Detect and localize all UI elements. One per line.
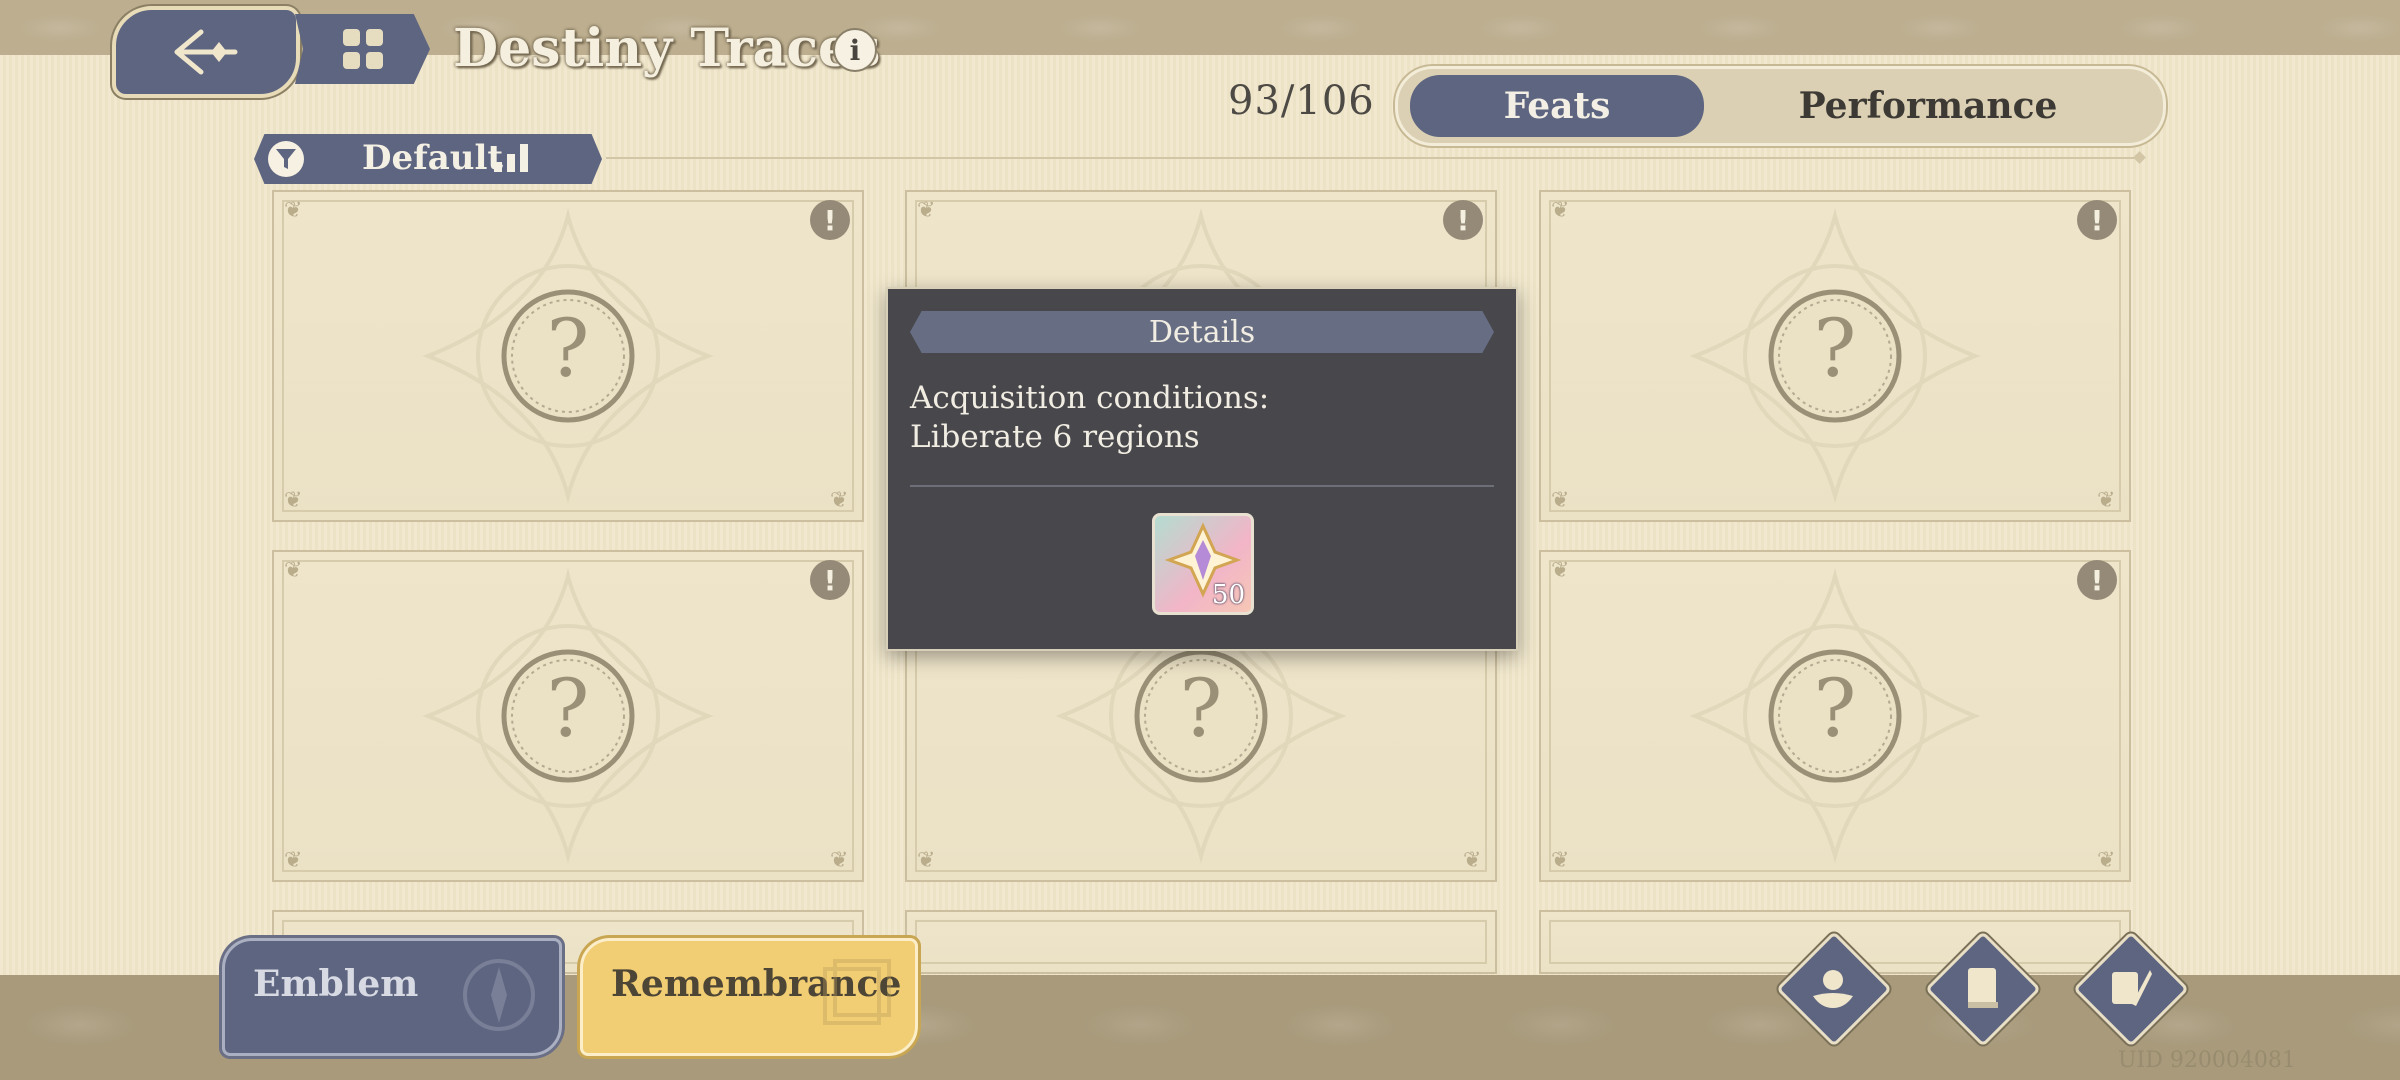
clover-menu-icon: [342, 29, 383, 69]
unknown-symbol: ?: [1813, 662, 1857, 756]
emblem-deco-icon: [463, 959, 535, 1031]
divider: [606, 157, 2140, 159]
alert-icon: !: [2077, 560, 2117, 600]
emblem-button[interactable]: Emblem: [222, 938, 562, 1056]
back-button[interactable]: [112, 6, 300, 98]
info-button[interactable]: i: [833, 28, 877, 72]
corner-ornament: ❦: [917, 848, 936, 873]
corner-ornament: ❦: [284, 198, 303, 223]
emblem-label: Emblem: [253, 963, 419, 1005]
corner-ornament: ❦: [284, 558, 303, 583]
remembrance-deco-icon: [823, 959, 891, 1025]
condition-label: Acquisition conditions:: [910, 380, 1270, 416]
condition-value: Liberate 6 regions: [910, 419, 1200, 455]
alert-icon: !: [1443, 200, 1483, 240]
trace-card[interactable]: ❦ ❦ ❦ ? !: [1539, 550, 2131, 882]
acquisition-conditions: Acquisition conditions: Liberate 6 regio…: [910, 379, 1269, 457]
corner-ornament: ❦: [2097, 488, 2116, 513]
corner-ornament: ❦: [284, 848, 303, 873]
page-title: Destiny Traces: [453, 18, 881, 79]
trace-card[interactable]: ❦ ❦ ❦ ? !: [272, 550, 864, 882]
corner-ornament: ❦: [1551, 848, 1570, 873]
book-button[interactable]: [1925, 931, 2041, 1047]
scroll-quill-icon: [2112, 970, 2152, 1006]
unknown-symbol: ?: [546, 302, 590, 396]
card-frame: [915, 920, 1487, 964]
tab-performance[interactable]: Performance: [1728, 75, 2128, 137]
details-popup: Details Acquisition conditions: Liberate…: [886, 287, 1518, 651]
corner-ornament: ❦: [830, 488, 849, 513]
tab-feats[interactable]: Feats: [1410, 75, 1704, 137]
popup-divider: [910, 485, 1494, 487]
alert-icon: !: [2077, 200, 2117, 240]
flower-hand-icon: [1813, 970, 1853, 1008]
back-arrow-icon: [174, 29, 238, 75]
corner-ornament: ❦: [830, 848, 849, 873]
corner-ornament: ❦: [284, 488, 303, 513]
book-icon: [1968, 968, 1998, 1008]
sort-bars-icon: [494, 144, 528, 172]
alert-icon: !: [810, 560, 850, 600]
scroll-quill-button[interactable]: [2073, 931, 2189, 1047]
filter-funnel-icon: [268, 141, 304, 177]
corner-ornament: ❦: [1551, 488, 1570, 513]
sort-filter-button[interactable]: Default: [254, 134, 602, 184]
unknown-symbol: ?: [546, 662, 590, 756]
trace-card[interactable]: ❦ ❦ ❦ ? !: [272, 190, 864, 522]
corner-ornament: ❦: [2097, 848, 2116, 873]
corner-ornament: ❦: [1551, 198, 1570, 223]
uid-label: UID 920004081: [2118, 1048, 2296, 1073]
corner-ornament: ❦: [1551, 558, 1570, 583]
alert-icon: !: [810, 200, 850, 240]
reward-item[interactable]: 50: [1152, 513, 1254, 615]
corner-ornament: ❦: [1463, 848, 1482, 873]
tab-bar: Feats Performance: [1395, 66, 2166, 146]
menu-button[interactable]: [295, 14, 430, 84]
trace-card[interactable]: ❦ ❦ ❦ ? !: [1539, 190, 2131, 522]
sort-label: Default: [362, 138, 504, 178]
trace-card-partial[interactable]: [905, 910, 1497, 974]
unknown-symbol: ?: [1179, 662, 1223, 756]
collection-progress: 93/106: [1228, 78, 1375, 124]
corner-ornament: ❦: [917, 198, 936, 223]
reward-quantity: 50: [1211, 580, 1245, 610]
flower-hand-button[interactable]: [1776, 931, 1892, 1047]
popup-title: Details: [910, 311, 1494, 353]
unknown-symbol: ?: [1813, 302, 1857, 396]
remembrance-button[interactable]: Remembrance: [580, 938, 918, 1056]
